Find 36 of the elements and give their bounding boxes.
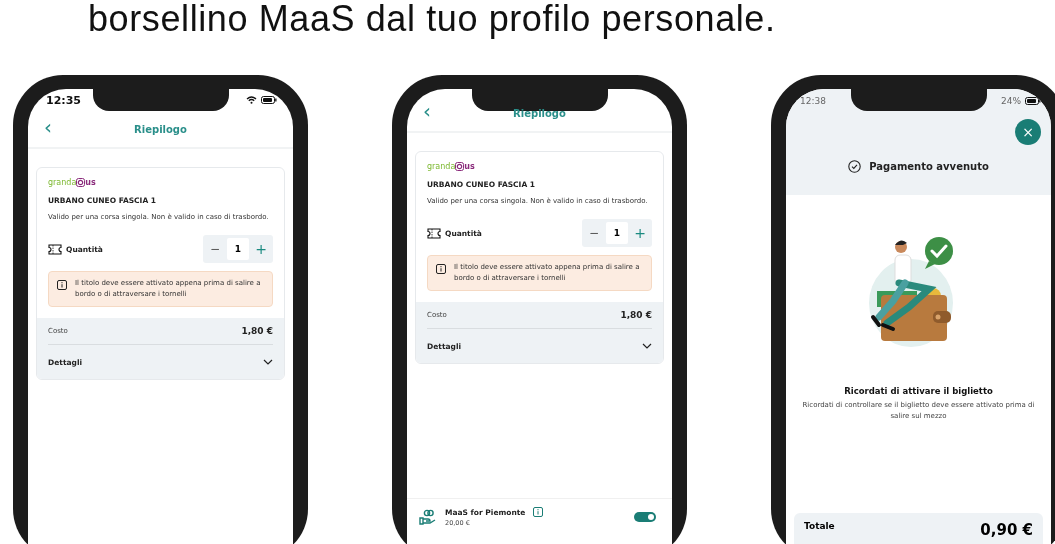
screen-title: Riepilogo	[513, 107, 566, 119]
status-time: 12:35	[46, 93, 81, 107]
wifi-icon	[246, 96, 257, 104]
reminder-title: Ricordati di attivare il biglietto	[843, 386, 994, 396]
chevron-down-icon	[263, 359, 273, 365]
back-button[interactable]: ‹	[423, 101, 431, 121]
decrease-button[interactable]: −	[588, 226, 600, 240]
battery-icon	[1025, 97, 1041, 105]
total-label: Totale	[804, 521, 835, 531]
chevron-down-icon	[642, 343, 652, 349]
info-icon	[436, 264, 446, 274]
operator-logo: granda us	[427, 162, 476, 171]
increase-button[interactable]: +	[634, 225, 646, 241]
wallet-toggle[interactable]	[634, 512, 656, 522]
status-time: 12:38	[800, 96, 826, 106]
cost-value: 1,80 €	[241, 326, 273, 336]
ticket-icon	[48, 243, 62, 255]
total-value: 0,90 €	[980, 521, 1033, 539]
close-button[interactable]: ×	[1015, 119, 1041, 145]
cost-value: 1,80 €	[620, 310, 652, 320]
battery-icon	[261, 96, 277, 104]
operator-logo: granda us	[48, 178, 97, 187]
back-button[interactable]: ‹	[44, 117, 52, 137]
check-circle-icon	[848, 160, 862, 173]
decrease-button[interactable]: −	[209, 242, 221, 256]
ticket-icon	[427, 227, 441, 239]
increase-button[interactable]: +	[255, 241, 267, 257]
info-icon	[57, 280, 67, 290]
payment-status-title: Pagamento avvenuto	[869, 161, 989, 172]
screen-title: Riepilogo	[134, 123, 187, 135]
battery-percent: 24%	[1001, 96, 1021, 106]
info-icon[interactable]	[533, 507, 544, 517]
hand-coins-icon	[419, 509, 437, 525]
heading: borsellino MaaS dal tuo profilo personale.	[88, 0, 777, 38]
quantity-value: 1	[606, 222, 628, 244]
quantity-value: 1	[227, 238, 249, 260]
